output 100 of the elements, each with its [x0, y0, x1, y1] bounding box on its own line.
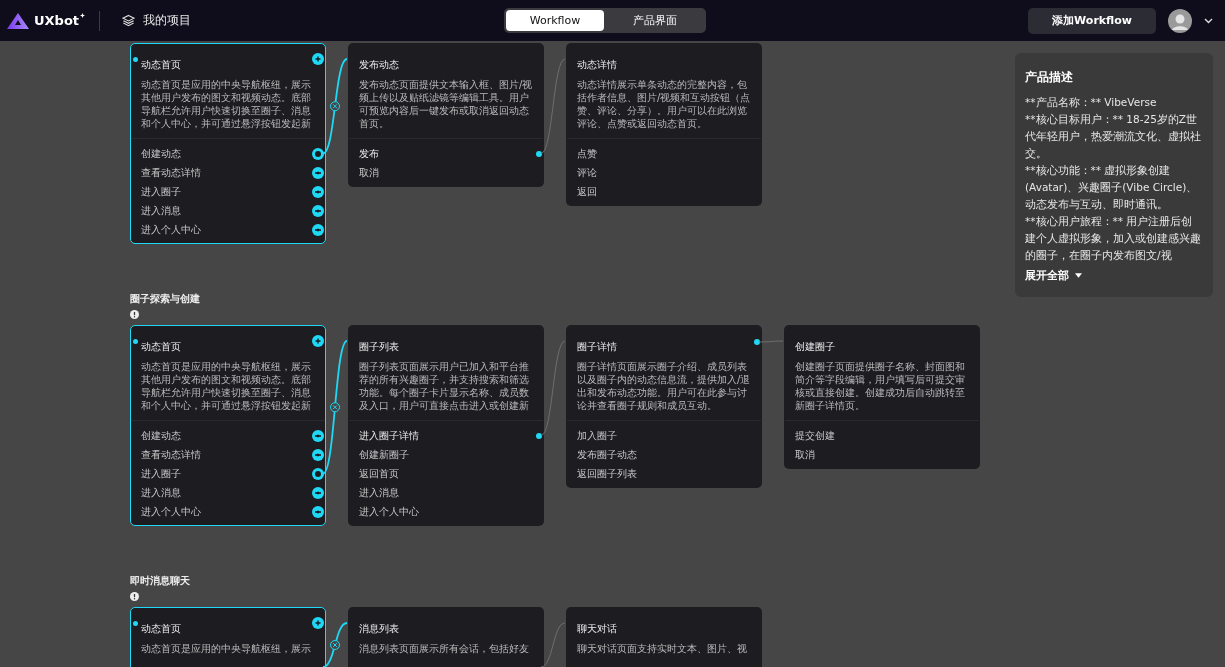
- workflow-node[interactable]: 动态详情 动态详情展示单条动态的完整内容，包括作者信息、图片/视频和互动按钮（点赞、评论、分享）。用户可以在此浏览评论、点赞或返回动态首页。 点赞 评论 返回: [566, 43, 762, 206]
- port-icon[interactable]: [312, 204, 324, 217]
- port-icon[interactable]: [312, 166, 324, 179]
- node-action[interactable]: 返回: [577, 186, 597, 197]
- node-title: 动态首页: [141, 58, 181, 71]
- node-title: 圈子详情: [577, 340, 617, 353]
- node-description: 动态详情展示单条动态的完整内容，包括作者信息、图片/视频和互动按钮（点赞、评论、分享）。用户可以在此浏览评论、点赞或返回动态首页。: [577, 78, 751, 131]
- project-link[interactable]: 我的项目: [143, 12, 192, 29]
- node-description: 动态首页是应用的中央导航枢纽，展示: [141, 642, 312, 656]
- node-action[interactable]: 查看动态详情: [141, 449, 201, 460]
- workflow-node[interactable]: 聊天对话 聊天对话页面支持实时文本、图片、视: [566, 607, 762, 667]
- node-description: 动态首页是应用的中央导航枢纽，展示其他用户发布的图文和视频动态。底部导航栏允许用户快速切换至圈子、消息和个人中心，并可通过悬浮按钮发起新: [141, 360, 312, 413]
- info-icon[interactable]: [130, 592, 139, 601]
- link-close-icon[interactable]: [330, 402, 340, 413]
- flow-title: 圈子探索与创建: [130, 292, 201, 306]
- panel-title: 产品描述: [1025, 69, 1074, 86]
- logo-text[interactable]: UXbot: [34, 13, 80, 28]
- add-port-icon[interactable]: [312, 53, 324, 65]
- node-description: 聊天对话页面支持实时文本、图片、视: [577, 642, 748, 656]
- node-action[interactable]: 进入个人中心: [359, 506, 419, 517]
- connector-line[interactable]: [322, 622, 348, 667]
- workflow-node[interactable]: 圈子详情 圈子详情页面展示圈子介绍、成员列表以及圈子内的动态信息流，提供加入/退出和发布动态功能。用户可在此参与讨论并查看圈子规则和成员互动。 加入圈子 发布圈子动态 返回圈子列表: [566, 325, 762, 488]
- node-action[interactable]: 创建动态: [141, 148, 181, 159]
- layers-icon[interactable]: [122, 14, 136, 27]
- node-action[interactable]: 进入个人中心: [141, 506, 201, 517]
- node-title: 聊天对话: [577, 622, 617, 635]
- avatar-icon[interactable]: [1168, 8, 1192, 33]
- node-description: 动态首页是应用的中央导航枢纽，展示其他用户发布的图文和视频动态。底部导航栏允许用户快速切换至圈子、消息和个人中心，并可通过悬浮按钮发起新: [141, 78, 312, 131]
- port-dot-icon[interactable]: [536, 432, 542, 439]
- node-action[interactable]: 取消: [795, 449, 815, 460]
- port-icon[interactable]: [312, 467, 324, 480]
- node-action[interactable]: 进入个人中心: [141, 224, 201, 235]
- node-title: 圈子列表: [359, 340, 399, 353]
- node-title: 消息列表: [359, 622, 399, 635]
- connector-line[interactable]: [322, 58, 348, 155]
- link-close-icon[interactable]: [330, 101, 340, 112]
- node-title: 动态首页: [141, 340, 181, 353]
- node-action[interactable]: 创建新圈子: [359, 449, 409, 460]
- port-icon[interactable]: [312, 429, 324, 442]
- node-action[interactable]: 进入圈子: [141, 468, 181, 479]
- node-action[interactable]: 提交创建: [795, 430, 835, 441]
- port-icon[interactable]: [312, 448, 324, 461]
- node-action[interactable]: 创建动态: [141, 430, 181, 441]
- workflow-node[interactable]: 消息列表 消息列表页面展示所有会话，包括好友: [348, 607, 544, 667]
- node-title: 动态详情: [577, 58, 617, 71]
- node-action[interactable]: 返回圈子列表: [577, 468, 637, 479]
- node-action[interactable]: 取消: [359, 167, 379, 178]
- node-action[interactable]: 查看动态详情: [141, 167, 201, 178]
- entry-dot-icon: [133, 621, 138, 626]
- port-icon[interactable]: [312, 185, 324, 198]
- connector-line[interactable]: [758, 340, 784, 343]
- node-action[interactable]: 点赞: [577, 148, 597, 159]
- node-action[interactable]: 进入消息: [141, 487, 181, 498]
- add-port-icon[interactable]: [312, 617, 324, 629]
- description-line: **核心目标用户：** 18-25岁的Z世代年轻用户，热爱潮流文化、虚拟社交。: [1025, 112, 1202, 161]
- node-description: 消息列表页面展示所有会话，包括好友: [359, 642, 530, 656]
- node-description: 创建圈子页面提供圈子名称、封面图和简介等字段编辑，用户填写后可提交审核或直接创建。创建成功后自动跳转至新圈子详情页。: [795, 360, 966, 413]
- add-workflow-button[interactable]: 添加Workflow: [1028, 7, 1156, 34]
- node-description: 圈子详情页面展示圈子介绍、成员列表以及圈子内的动态信息流，提供加入/退出和发布动态功能。用户可在此参与讨论并查看圈子规则和成员互动。: [577, 360, 751, 413]
- add-port-icon[interactable]: [312, 335, 324, 347]
- workflow-node[interactable]: 动态首页 动态首页是应用的中央导航枢纽，展示其他用户发布的图文和视频动态。底部导航栏允许用户快速切换至圈子、消息和个人中心，并可通过悬浮按钮发起新 创建动态 查看动态详情 进入圈子 进入消息 进入个人中心: [130, 325, 326, 526]
- workflow-node[interactable]: 动态首页 动态首页是应用的中央导航枢纽，展示: [130, 607, 326, 667]
- port-icon[interactable]: [312, 486, 324, 499]
- node-action[interactable]: 加入圈子: [577, 430, 617, 441]
- node-title: 创建圈子: [795, 340, 835, 353]
- info-icon[interactable]: [130, 310, 139, 319]
- port-icon[interactable]: [312, 147, 324, 160]
- node-action[interactable]: 返回首页: [359, 468, 399, 479]
- link-close-icon[interactable]: [330, 640, 340, 650]
- node-action[interactable]: 进入消息: [359, 487, 399, 498]
- entry-dot-icon: [133, 57, 138, 62]
- port-dot-icon[interactable]: [536, 150, 542, 157]
- node-action[interactable]: 进入圈子: [141, 186, 181, 197]
- node-title: 动态首页: [141, 622, 181, 635]
- node-description: 圈子列表页面展示用户已加入和平台推荐的所有兴趣圈子，并支持搜索和筛选功能。每个圈子卡片显示名称、成员数及入口，用户可直接点击进入或创建新: [359, 360, 530, 413]
- node-action[interactable]: 评论: [577, 167, 597, 178]
- entry-dot-icon: [133, 339, 138, 344]
- caret-icon: [1075, 273, 1082, 278]
- description-line: **核心功能：** 虚拟形象创建(Avatar)、兴趣圈子(Vibe Circle)、动态发布与互动、即时通讯。: [1025, 163, 1199, 212]
- node-action[interactable]: 进入圈子详情: [359, 430, 419, 441]
- workflow-node[interactable]: 创建圈子 创建圈子页面提供圈子名称、封面图和简介等字段编辑，用户填写后可提交审核或直接创建。创建成功后自动跳转至新圈子详情页。 提交创建 取消: [784, 325, 980, 469]
- port-icon[interactable]: [312, 505, 324, 518]
- workflow-node[interactable]: 动态首页 动态首页是应用的中央导航枢纽，展示其他用户发布的图文和视频动态。底部导航栏允许用户快速切换至圈子、消息和个人中心，并可通过悬浮按钮发起新 创建动态 查看动态详情 进入圈子 进入消息 进入个人中心: [130, 43, 326, 244]
- node-action[interactable]: 发布圈子动态: [577, 449, 637, 460]
- port-dot-icon[interactable]: [754, 339, 760, 345]
- sparkle-icon: [80, 13, 86, 18]
- description-line: **核心用户旅程：** 用户注册后创建个人虚拟形象，加入或创建感兴趣的圈子，在圈子内发布图文/视: [1025, 214, 1202, 263]
- flow-title: 即时消息聊天: [130, 574, 191, 588]
- node-action[interactable]: 进入消息: [141, 205, 181, 216]
- workflow-node[interactable]: 圈子列表 圈子列表页面展示用户已加入和平台推荐的所有兴趣圈子，并支持搜索和筛选功能。每个圈子卡片显示名称、成员数及入口，用户可直接点击进入或创建新 进入圈子详情 创建新圈子 返回首页 进入消息 进入个人中心: [348, 325, 544, 526]
- node-action[interactable]: 发布: [359, 148, 379, 159]
- port-icon[interactable]: [312, 223, 324, 236]
- logo-icon: [6, 11, 30, 30]
- workflow-node[interactable]: 发布动态 发布动态页面提供文本输入框、图片/视频上传以及贴纸滤镜等编辑工具。用户可预览内容后一键发布或取消返回动态首页。 发布 取消: [348, 43, 544, 187]
- chevron-down-icon[interactable]: [1204, 17, 1213, 24]
- view-tab[interactable]: 产品界面: [606, 10, 704, 31]
- view-tab[interactable]: Workflow: [506, 10, 604, 31]
- node-description: 发布动态页面提供文本输入框、图片/视频上传以及贴纸滤镜等编辑工具。用户可预览内容后一键发布或取消返回动态首页。: [359, 78, 533, 131]
- expand-all-button[interactable]: 展开全部: [1025, 268, 1082, 283]
- connector-line[interactable]: [322, 340, 348, 475]
